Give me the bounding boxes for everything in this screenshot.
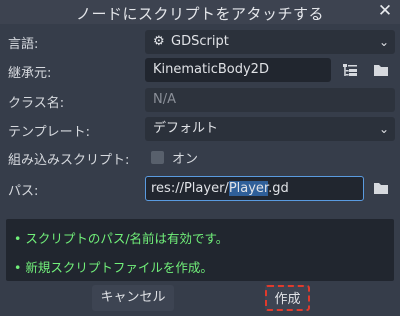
status-message: • 新規スクリプトファイルを作成。 <box>14 260 213 275</box>
node-tree-icon[interactable] <box>341 61 359 79</box>
inherits-input[interactable]: KinematicBody2D <box>145 58 331 82</box>
folder-icon[interactable] <box>372 61 390 79</box>
path-prefix: res://Player/ <box>151 181 229 196</box>
path-selection: Player <box>228 181 269 196</box>
inherits-label: 継承元: <box>8 66 52 81</box>
folder-icon[interactable] <box>372 179 390 197</box>
chevron-down-icon: ⌄ <box>378 122 389 136</box>
path-input[interactable]: res://Player/Player.gd <box>145 176 364 201</box>
language-value: GDScript <box>171 34 229 49</box>
dialog-title: ノードにスクリプトをアタッチする <box>75 5 324 23</box>
create-button[interactable]: 作成 <box>265 285 310 311</box>
status-message: • スクリプトのパス/名前は有効です。 <box>14 231 229 246</box>
cancel-button[interactable]: キャンセル <box>92 285 174 311</box>
gear-icon: ⚙ <box>153 34 165 49</box>
template-label: テンプレート: <box>8 125 90 140</box>
class-name-value: N/A <box>153 92 176 107</box>
path-suffix: .gd <box>268 181 289 196</box>
language-select[interactable]: ⚙ GDScript ⌄ <box>145 30 395 54</box>
dialog-titlebar: ノードにスクリプトをアタッチする ✕ <box>0 0 400 24</box>
inherits-value: KinematicBody2D <box>153 62 269 77</box>
class-name-input: N/A <box>145 88 395 112</box>
builtin-value: オン <box>172 152 199 167</box>
builtin-checkbox[interactable] <box>151 151 164 164</box>
template-value: デフォルト <box>153 121 219 136</box>
template-select[interactable]: デフォルト ⌄ <box>145 117 395 141</box>
close-icon[interactable]: ✕ <box>376 1 394 21</box>
path-label: パス: <box>8 184 39 199</box>
language-label: 言語: <box>8 37 39 52</box>
class-name-label: クラス名: <box>8 96 65 111</box>
status-message-box: • スクリプトのパス/名前は有効です。 • 新規スクリプトファイルを作成。 <box>6 219 394 281</box>
chevron-down-icon: ⌄ <box>378 35 389 49</box>
builtin-label: 組み込みスクリプト: <box>8 153 130 168</box>
